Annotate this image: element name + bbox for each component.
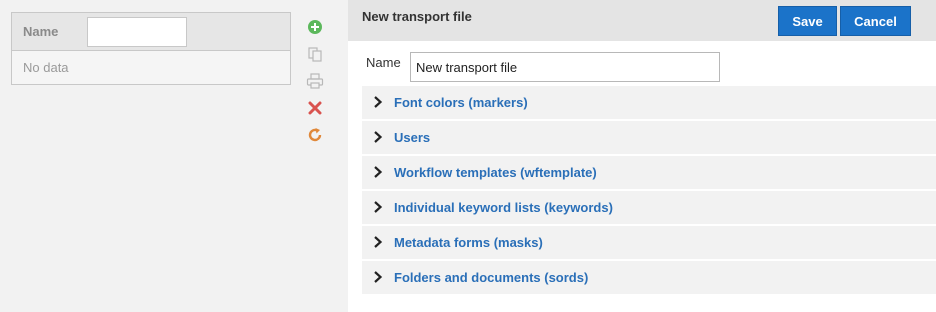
section-list: Font colors (markers) Users Workflow tem… (362, 86, 936, 296)
name-field-row: Name (366, 51, 726, 83)
chevron-right-icon (374, 271, 383, 283)
editor-header: New transport file Save Cancel (348, 0, 936, 41)
section-font-colors[interactable]: Font colors (markers) (362, 86, 936, 119)
chevron-right-icon (374, 131, 383, 143)
name-field[interactable] (410, 52, 720, 82)
chevron-right-icon (374, 236, 383, 248)
section-folders-documents[interactable]: Folders and documents (sords) (362, 261, 936, 294)
chevron-right-icon (374, 201, 383, 213)
section-label: Users (394, 130, 431, 145)
editor-pane: New transport file Save Cancel Name Font… (348, 0, 936, 312)
grid-header: Name (12, 13, 290, 51)
cancel-button[interactable]: Cancel (840, 6, 911, 36)
section-workflow-templates[interactable]: Workflow templates (wftemplate) (362, 156, 936, 189)
transport-file-grid: Name No data (11, 12, 291, 85)
save-button[interactable]: Save (778, 6, 837, 36)
app-window: Name No data New transport file Save Can… (0, 0, 936, 312)
grid-body: No data (12, 51, 290, 84)
refresh-icon[interactable] (305, 125, 325, 145)
section-users[interactable]: Users (362, 121, 936, 154)
print-icon[interactable] (305, 71, 325, 91)
section-label: Workflow templates (wftemplate) (394, 165, 597, 180)
chevron-right-icon (374, 166, 383, 178)
section-label: Font colors (markers) (394, 95, 528, 110)
grid-toolbar (305, 17, 327, 152)
name-filter-input[interactable] (87, 17, 187, 47)
column-header-name[interactable]: Name (23, 24, 58, 39)
copy-icon[interactable] (305, 44, 325, 64)
section-label: Metadata forms (masks) (394, 235, 543, 250)
add-icon[interactable] (305, 17, 325, 37)
list-pane: Name No data (0, 0, 348, 312)
section-metadata-forms[interactable]: Metadata forms (masks) (362, 226, 936, 259)
chevron-right-icon (374, 96, 383, 108)
page-title: New transport file (362, 9, 472, 24)
section-label: Individual keyword lists (keywords) (394, 200, 613, 215)
delete-icon[interactable] (305, 98, 325, 118)
name-label: Name (366, 55, 401, 70)
section-keyword-lists[interactable]: Individual keyword lists (keywords) (362, 191, 936, 224)
empty-message: No data (23, 60, 69, 75)
section-label: Folders and documents (sords) (394, 270, 589, 285)
